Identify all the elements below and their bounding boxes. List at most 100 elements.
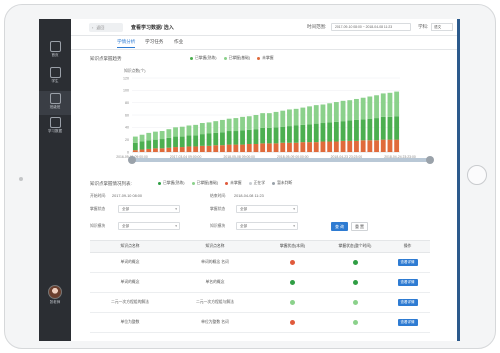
view-detail-button[interactable]: 查看详情 — [397, 319, 418, 326]
chart-bar — [233, 131, 239, 145]
module-select-2[interactable]: 全部 ▾ — [236, 222, 298, 230]
view-detail-button[interactable]: 查看详情 — [397, 259, 418, 266]
subject-select[interactable]: 语文 — [431, 23, 453, 31]
chart-bar — [394, 116, 400, 140]
legend-dot — [158, 181, 161, 185]
slider-handle-left[interactable] — [128, 156, 136, 164]
y-tick-label: 0 — [127, 150, 129, 154]
reset-button[interactable]: 重 置 — [351, 222, 368, 231]
chart-bar — [293, 142, 299, 152]
chart-bar — [186, 125, 192, 136]
y-tick-label: 20 — [125, 138, 129, 142]
chart-bar — [220, 132, 225, 146]
status-select-1[interactable]: 全部 ▾ — [118, 205, 180, 213]
chart-bar — [166, 147, 172, 152]
chart-bar — [374, 118, 379, 141]
chart-bar — [132, 150, 138, 152]
legend-dot — [272, 181, 276, 185]
chart-bar — [374, 95, 379, 119]
header: ‹ 返回 查看学习数据/ 选入 时间范围: 2017-09-10 08:00 ~ … — [71, 19, 457, 36]
module-select-1[interactable]: 全部 ▾ — [118, 222, 180, 230]
tab-analysis[interactable]: 学情分析 — [117, 39, 136, 48]
chart-bar — [146, 132, 152, 141]
chart-bar — [266, 127, 272, 144]
status-dot — [290, 260, 295, 265]
legend-label: 已掌握(基础) — [228, 56, 251, 60]
query-button[interactable]: 查 询 — [331, 222, 348, 231]
slider-handle-right[interactable] — [426, 156, 434, 164]
chart-bar — [327, 103, 333, 123]
table-cell: 单位为整数 — [120, 320, 140, 324]
chart-bar — [186, 146, 192, 152]
chart-bar — [139, 141, 145, 150]
chart-bar — [132, 142, 138, 151]
status-dot — [352, 320, 358, 325]
status-cell — [325, 313, 385, 332]
filter-label: 掌握状态 — [90, 207, 106, 211]
chart-bar — [313, 105, 319, 124]
home-button[interactable] — [467, 165, 487, 185]
tab-homework[interactable]: 作业 — [174, 39, 183, 45]
legend-dot — [225, 181, 229, 185]
legend-label: 未掌握 — [262, 56, 274, 60]
chart-bar — [293, 108, 299, 126]
chart-bar — [233, 118, 239, 132]
chart-bar — [387, 92, 393, 117]
chart-bar — [300, 124, 306, 143]
view-detail-button[interactable]: 查看详情 — [397, 299, 418, 306]
status-cell — [260, 273, 325, 292]
table-row: 单词的概念 单词的概念 名词 查看详情 — [90, 253, 430, 273]
chart-bar — [153, 139, 158, 149]
sidebar-item-home[interactable]: 首页 — [39, 39, 71, 63]
chart-bar — [179, 136, 185, 148]
status-cell — [260, 293, 325, 312]
chart-bar — [220, 119, 225, 133]
chart-bar — [333, 102, 339, 122]
tab-tasks[interactable]: 学习任务 — [145, 39, 163, 45]
chart-bar — [387, 116, 393, 140]
sidebar-item-student[interactable]: 学生 — [39, 65, 71, 89]
table-cell: 单位为整数 名词 — [201, 320, 229, 324]
filter-label: 知识模块 — [210, 224, 226, 228]
action-cell: 查看详情 — [385, 253, 430, 272]
view-detail-button[interactable]: 查看详情 — [397, 279, 418, 286]
legend-dot — [190, 56, 193, 60]
user-profile[interactable]: 张老师 — [39, 285, 71, 305]
status-select-2[interactable]: 全部 ▾ — [236, 205, 298, 213]
status-dot — [352, 280, 358, 285]
y-tick-label: 80 — [125, 101, 129, 105]
table-header: 知识点名称 知识点名称 掌握状态(本周) 掌握状态(整个时间) 操作 — [90, 240, 430, 253]
chart-bar — [367, 96, 373, 119]
chart-bar — [253, 143, 259, 152]
chevron-down-icon: ▾ — [175, 207, 177, 211]
chart-bar — [307, 124, 312, 143]
chart-bar — [260, 113, 266, 128]
status-dot — [290, 280, 295, 285]
chart-bar — [394, 139, 400, 152]
chart-bar — [380, 139, 386, 152]
chart-bar — [240, 116, 245, 131]
chart-bar — [273, 111, 279, 128]
table-cell: 单词的概念 名词 — [201, 260, 229, 264]
chart-bar — [340, 100, 346, 122]
chart-bar — [226, 118, 232, 132]
select-value: 全部 — [240, 207, 248, 211]
action-cell: 查看详情 — [385, 273, 430, 292]
status-legend: 已掌握(熟练) 已掌握(基础) 未掌握 正在学 暂未判断 — [152, 181, 292, 186]
chart-bar — [226, 131, 232, 145]
sidebar-item-data[interactable]: 学习数据 — [39, 115, 71, 139]
legend-label: 已掌握(基础) — [196, 181, 219, 185]
chart-range-slider[interactable] — [128, 156, 434, 164]
chart-bar — [380, 93, 386, 117]
sidebar-item-class[interactable]: 班级班 — [39, 91, 71, 115]
legend-dot — [248, 181, 252, 185]
data-icon — [49, 117, 61, 128]
date-range-picker[interactable]: 2017-09-10 08:00 ~ 2018-04-08 11:23 — [331, 23, 411, 31]
status-cell — [325, 293, 385, 312]
end-time-label: 结束时间: — [210, 194, 227, 198]
chart-bar — [313, 123, 319, 143]
back-button[interactable]: ‹ 返回 — [89, 23, 123, 32]
chart-bar — [206, 122, 212, 134]
chart-bar — [347, 140, 353, 152]
chart-bar — [287, 109, 292, 127]
